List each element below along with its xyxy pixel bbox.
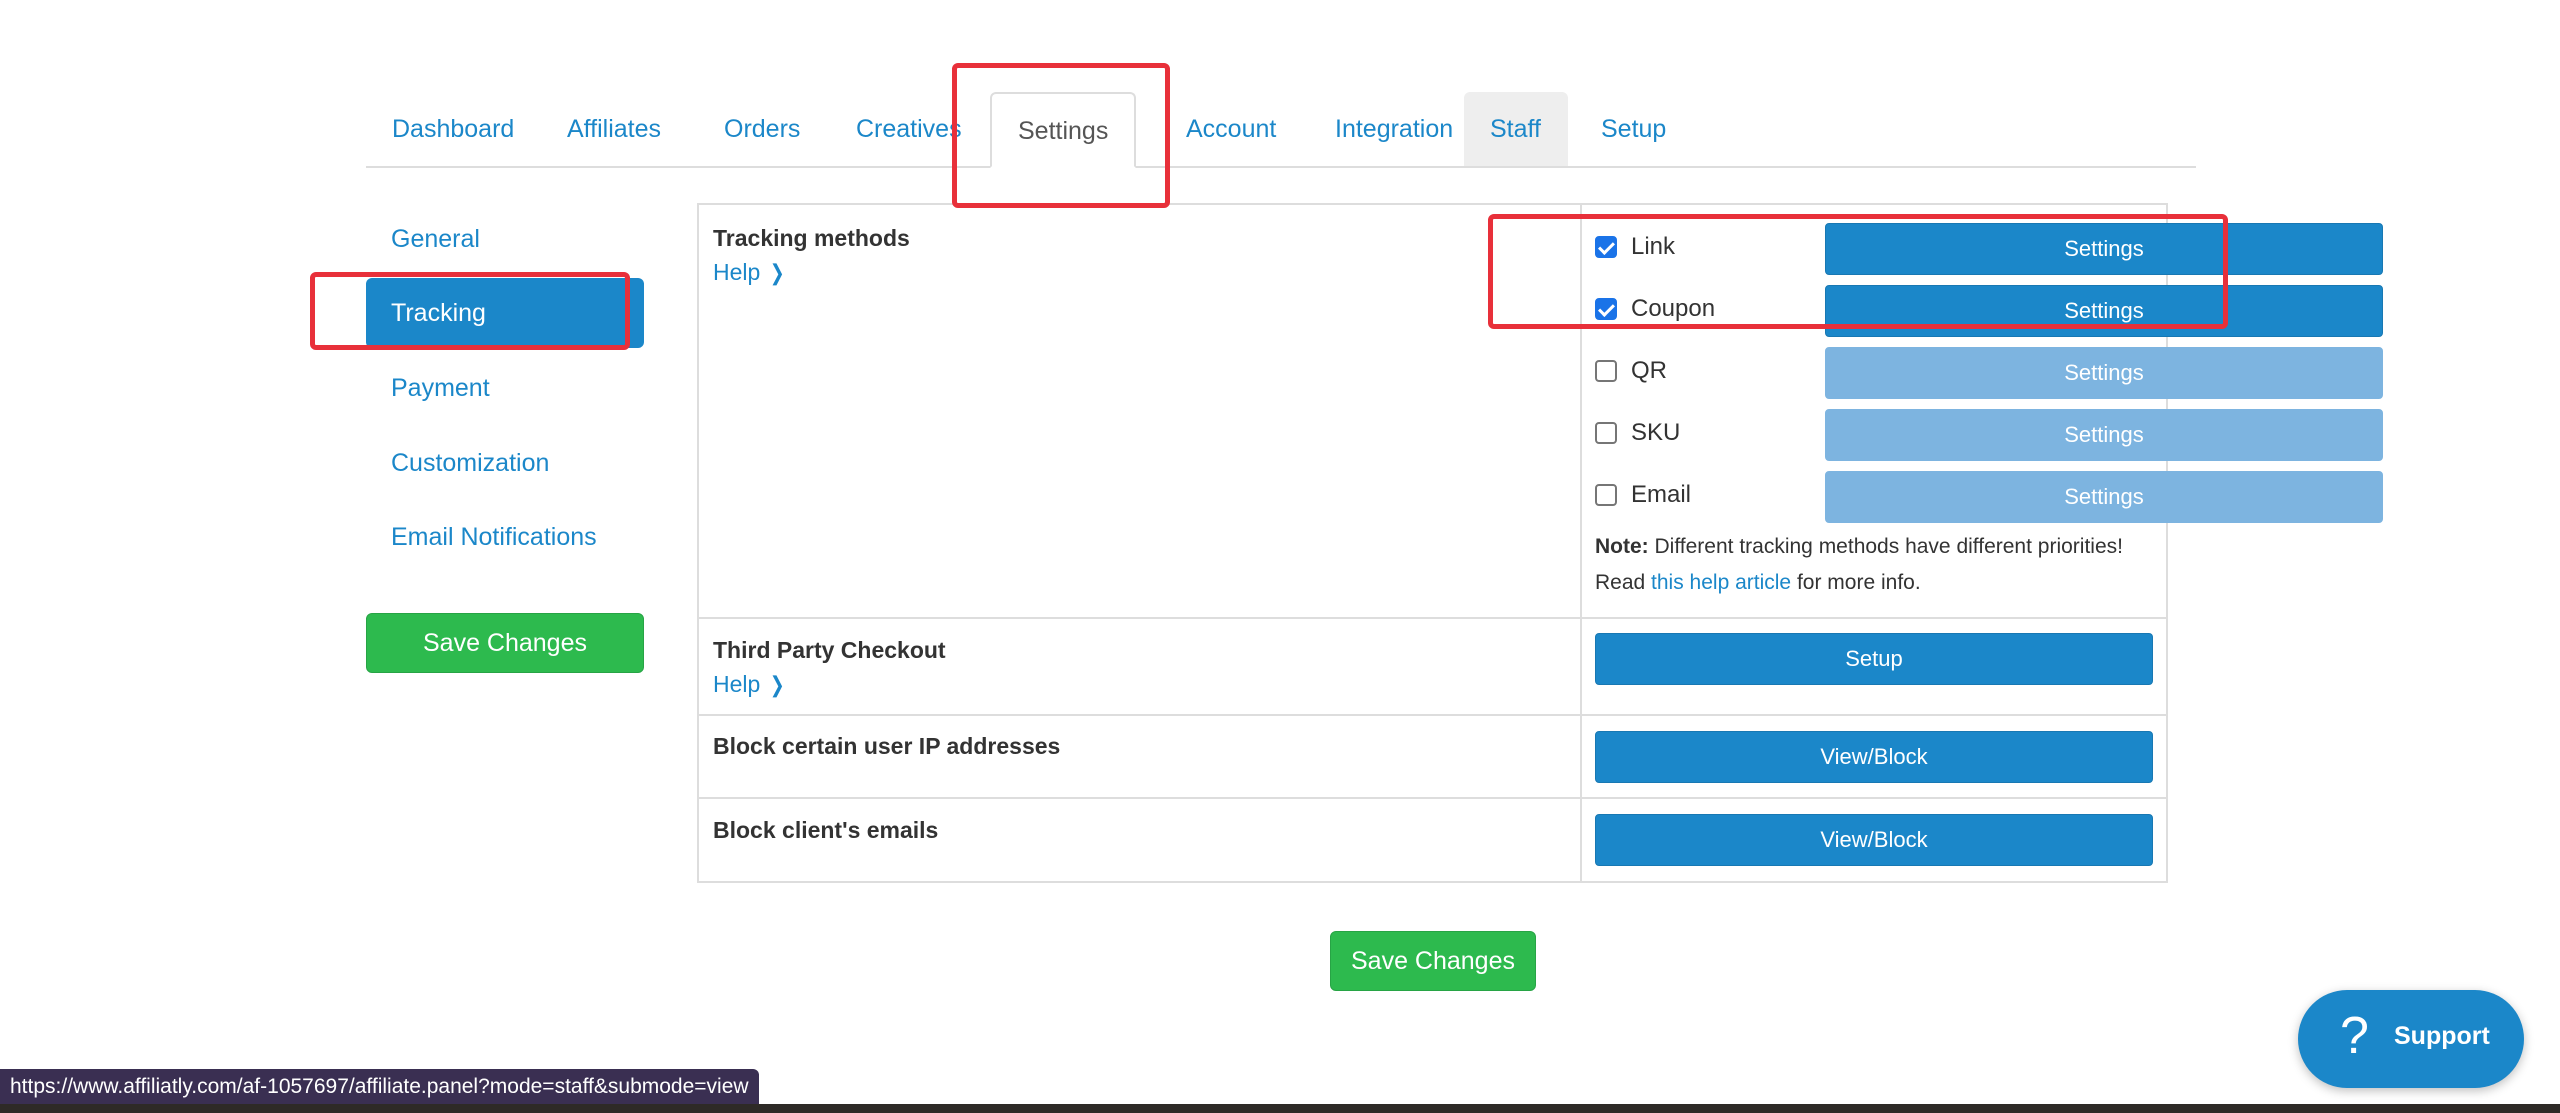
top-nav: Dashboard Affiliates Orders Creatives Se… (366, 92, 2196, 168)
sidebar-item-general[interactable]: General (366, 204, 644, 274)
qr-settings-button[interactable]: Settings (1825, 347, 2383, 399)
question-mark-icon: ? (2340, 1007, 2369, 1065)
note-bold: Note: (1595, 535, 1649, 558)
tab-affiliates[interactable]: Affiliates (541, 92, 687, 166)
note-read: Read (1595, 571, 1652, 594)
row-divider (699, 617, 2166, 619)
tab-dashboard[interactable]: Dashboard (366, 92, 540, 166)
sku-settings-button[interactable]: Settings (1825, 409, 2383, 461)
sku-checkbox[interactable] (1595, 422, 1617, 444)
save-changes-button-sidebar[interactable]: Save Changes (366, 613, 644, 673)
tracking-note-read: Read this help article for more info. (1595, 571, 1921, 595)
highlight-box-link-coupon (1488, 214, 2228, 329)
status-bar-url: https://www.affiliatly.com/af-1057697/af… (0, 1069, 759, 1105)
row-divider (699, 714, 2166, 716)
help-label: Help (713, 259, 761, 285)
method-label: SKU (1631, 419, 1681, 446)
third-party-setup-button[interactable]: Setup (1595, 633, 2153, 685)
help-article-link[interactable]: this help article (1651, 571, 1791, 594)
note-text: Different tracking methods have differen… (1648, 535, 2123, 558)
chevron-right-icon: ❯ (770, 672, 785, 697)
email-settings-button[interactable]: Settings (1825, 471, 2383, 523)
note-tail: for more info. (1791, 571, 1921, 594)
email-checkbox[interactable] (1595, 484, 1617, 506)
method-label: QR (1631, 357, 1667, 384)
qr-checkbox[interactable] (1595, 360, 1617, 382)
highlight-box-settings-tab (952, 63, 1170, 208)
window-bottom-edge (0, 1104, 2560, 1113)
tracking-methods-title: Tracking methods (713, 225, 910, 251)
tab-orders[interactable]: Orders (698, 92, 826, 166)
third-party-help-link[interactable]: Help ❯ (713, 671, 787, 698)
block-ip-title: Block certain user IP addresses (713, 733, 1061, 759)
tracking-note: Note: Different tracking methods have di… (1595, 535, 2123, 559)
highlight-box-tracking (310, 272, 630, 350)
method-label: Email (1631, 481, 1692, 508)
sidebar-item-email-notifications[interactable]: Email Notifications (366, 502, 644, 572)
help-label: Help (713, 671, 761, 697)
block-ip-button[interactable]: View/Block (1595, 731, 2153, 783)
support-label: Support (2394, 1022, 2490, 1050)
tab-staff[interactable]: Staff (1464, 92, 1568, 166)
tab-account[interactable]: Account (1160, 92, 1302, 166)
chevron-right-icon: ❯ (770, 260, 785, 285)
tracking-help-link[interactable]: Help ❯ (713, 259, 787, 286)
block-emails-title: Block client's emails (713, 817, 939, 843)
tab-setup[interactable]: Setup (1575, 92, 1692, 166)
sidebar-item-customization[interactable]: Customization (366, 428, 644, 498)
tab-integration[interactable]: Integration (1309, 92, 1479, 166)
sidebar-item-payment[interactable]: Payment (366, 353, 644, 423)
row-divider (699, 797, 2166, 799)
support-button[interactable]: ? Support (2298, 990, 2524, 1088)
third-party-checkout-title: Third Party Checkout (713, 637, 946, 663)
block-emails-button[interactable]: View/Block (1595, 814, 2153, 866)
save-changes-button[interactable]: Save Changes (1330, 931, 1536, 991)
